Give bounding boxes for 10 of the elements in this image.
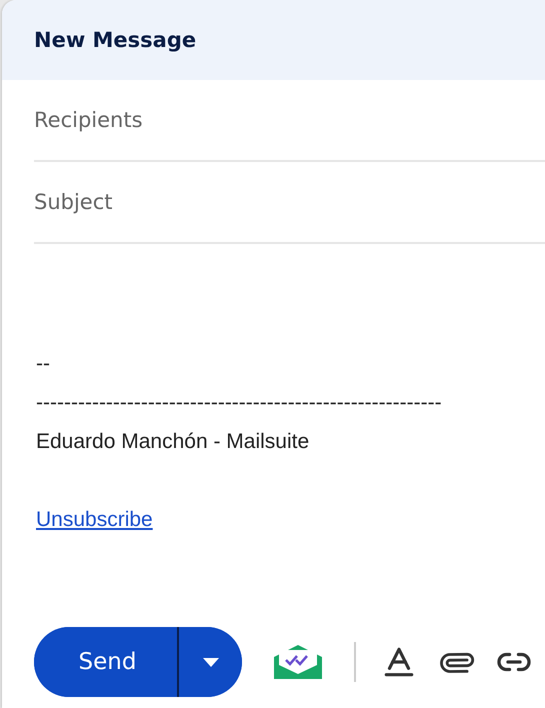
recipients-field[interactable]: Recipients [34,80,545,162]
unsubscribe-link[interactable]: Unsubscribe [36,500,153,539]
envelope-icon[interactable] [274,645,322,679]
caret-icon [202,658,218,666]
signature-line: ---------------------------------------------------------- [36,390,443,416]
subject-field[interactable]: Subject [34,162,545,244]
signature-line: Eduardo Manchón - Mailsuite [36,429,310,455]
send-button[interactable]: Send [34,627,179,697]
signature-line: -- [36,351,51,377]
window-title: New Message [34,28,196,52]
